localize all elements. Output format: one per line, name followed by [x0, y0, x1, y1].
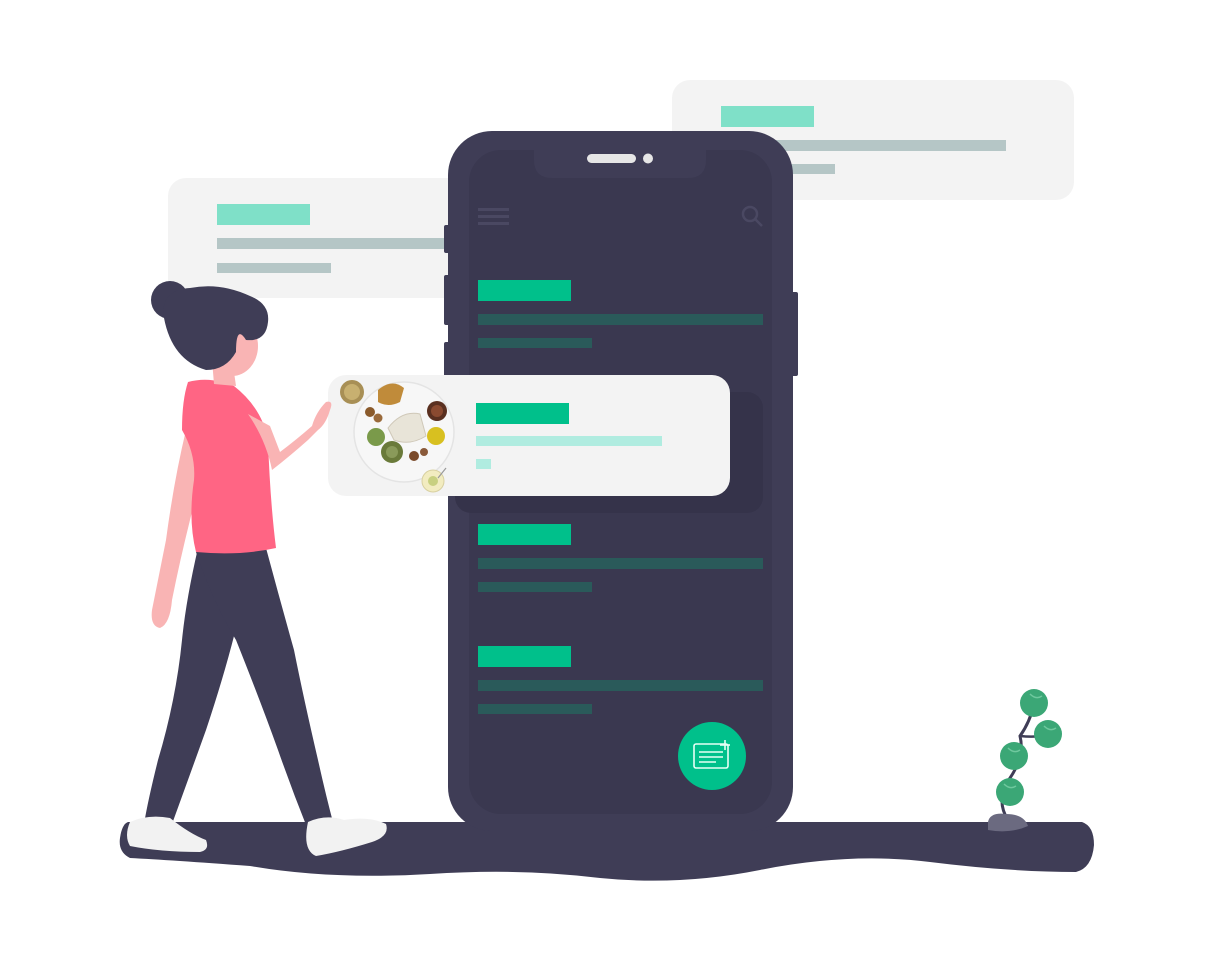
food-card-line-short — [476, 459, 491, 469]
woman-figure — [127, 281, 387, 856]
add-note-button[interactable] — [678, 722, 746, 790]
plant — [988, 689, 1062, 832]
food-card-line — [476, 436, 662, 446]
card-title-bar — [721, 106, 814, 127]
phone-speaker — [587, 154, 636, 163]
card-title-bar — [217, 204, 310, 225]
card-line — [217, 238, 467, 249]
shirt — [182, 379, 276, 554]
food-card-title-bar — [476, 403, 569, 424]
card-line — [217, 263, 331, 273]
illustration-canvas — [119, 80, 1094, 881]
phone-camera — [643, 153, 653, 164]
background-card-left — [168, 178, 468, 298]
hamburger-menu-icon[interactable] — [478, 208, 509, 225]
